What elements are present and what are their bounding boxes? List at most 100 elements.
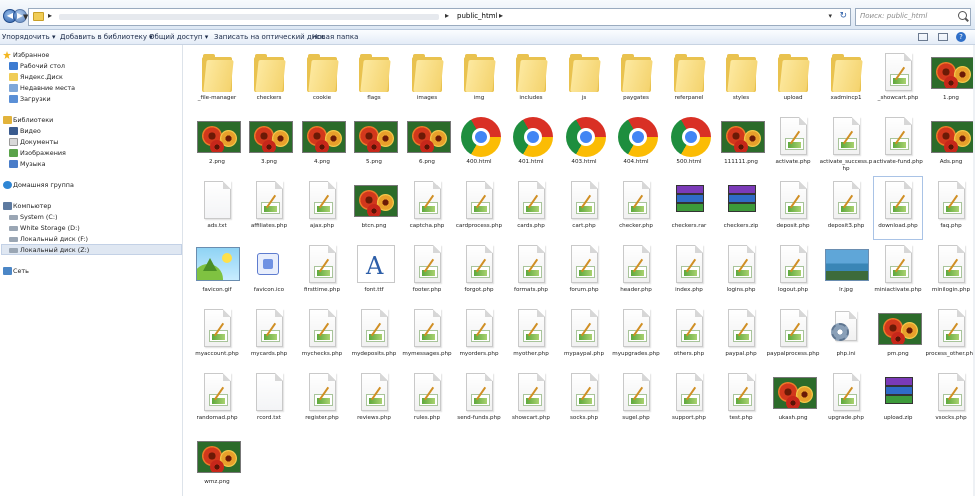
burn-button[interactable]: Записать на оптический диск — [214, 33, 324, 41]
file-item[interactable]: deposit3.php — [822, 177, 870, 239]
file-item[interactable]: paypal.php — [717, 305, 765, 367]
chevron-right-icon[interactable]: ▸ — [499, 11, 503, 20]
file-item[interactable]: cart.php — [560, 177, 608, 239]
nav-favorites[interactable]: Избранное — [13, 51, 49, 59]
chevron-down-icon[interactable]: ▾ — [828, 12, 832, 20]
search-input[interactable]: Поиск: public_html — [855, 8, 971, 26]
add-to-library-button[interactable]: Добавить в библиотеку ▾ — [60, 33, 153, 41]
file-item[interactable]: faq.php — [927, 177, 975, 239]
file-item[interactable]: mycards.php — [245, 305, 293, 367]
file-item[interactable]: 2.png — [193, 113, 241, 175]
address-input[interactable]: ▸ ▸ public_html ▸ ▾ ↻ — [28, 8, 851, 26]
file-item[interactable]: upload — [769, 49, 817, 111]
nav-downloads[interactable]: Загрузки — [20, 95, 51, 103]
file-item[interactable]: Afont.ttf — [350, 241, 398, 303]
file-item[interactable]: js — [560, 49, 608, 111]
file-item[interactable]: footer.php — [403, 241, 451, 303]
file-item[interactable]: xadmincp1 — [822, 49, 870, 111]
organize-button[interactable]: Упорядочить ▾ — [2, 33, 56, 41]
file-item[interactable]: mydeposits.php — [350, 305, 398, 367]
file-item[interactable]: 5.png — [350, 113, 398, 175]
file-item[interactable]: forgot.php — [455, 241, 503, 303]
file-item[interactable]: process_other.php — [925, 305, 975, 367]
new-folder-button[interactable]: Новая папка — [312, 33, 358, 41]
nav-drive-c[interactable]: System (C:) — [20, 213, 57, 221]
file-item[interactable]: btcn.png — [350, 177, 398, 239]
file-item[interactable]: php.ini — [822, 305, 870, 367]
file-item[interactable]: 404.html — [612, 113, 660, 175]
file-item[interactable]: _file-manager — [193, 49, 241, 111]
file-item[interactable]: support.php — [665, 369, 713, 431]
file-item[interactable]: upload.zip — [874, 369, 922, 431]
file-item[interactable]: 500.html — [665, 113, 713, 175]
file-item[interactable]: logout.php — [769, 241, 817, 303]
file-item[interactable]: 1.png — [927, 49, 975, 111]
preview-pane-icon[interactable] — [938, 33, 948, 41]
nav-network[interactable]: Сеть — [13, 267, 29, 275]
file-item[interactable]: favicon.gif — [193, 241, 241, 303]
file-item[interactable]: socks.php — [560, 369, 608, 431]
file-item[interactable]: cardprocess.php — [455, 177, 503, 239]
file-item[interactable]: test.php — [717, 369, 765, 431]
file-item[interactable]: referpanel — [665, 49, 713, 111]
file-item[interactable]: paypalprocess.php — [767, 305, 819, 367]
file-item[interactable]: minilogin.php — [927, 241, 975, 303]
chevron-right-icon[interactable]: ▸ — [48, 11, 52, 20]
file-item[interactable]: ajax.php — [298, 177, 346, 239]
nav-documents[interactable]: Документы — [20, 138, 58, 146]
file-item[interactable]: activate-fund.php — [873, 113, 923, 175]
file-item[interactable]: styles — [717, 49, 765, 111]
file-item[interactable]: upgrade.php — [822, 369, 870, 431]
file-item[interactable]: checker.php — [612, 177, 660, 239]
file-item[interactable]: Ads.png — [927, 113, 975, 175]
file-item[interactable]: others.php — [665, 305, 713, 367]
nav-yandex-disk[interactable]: Яндекс.Диск — [20, 73, 63, 81]
file-item[interactable]: ads.txt — [193, 177, 241, 239]
file-item[interactable]: send-funds.php — [455, 369, 503, 431]
file-item[interactable]: 4.png — [298, 113, 346, 175]
nav-recent[interactable]: Недавние места — [20, 84, 75, 92]
file-item[interactable]: affiliates.php — [245, 177, 293, 239]
file-item[interactable]: index.php — [665, 241, 713, 303]
nav-computer[interactable]: Компьютер — [13, 202, 51, 210]
nav-drive-d[interactable]: White Storage (D:) — [20, 224, 80, 232]
file-item[interactable]: myother.php — [507, 305, 555, 367]
file-item[interactable]: 3.png — [245, 113, 293, 175]
file-item[interactable]: myupgrades.php — [612, 305, 660, 367]
nav-homegroup[interactable]: Домашняя группа — [13, 181, 74, 189]
chevron-right-icon[interactable]: ▸ — [445, 11, 449, 20]
file-item[interactable]: formats.php — [507, 241, 555, 303]
nav-desktop[interactable]: Рабочий стол — [20, 62, 65, 70]
file-item[interactable]: rcord.txt — [245, 369, 293, 431]
file-item[interactable]: 400.html — [455, 113, 503, 175]
file-item[interactable]: download.php — [873, 176, 923, 240]
file-item[interactable]: mymessages.php — [402, 305, 452, 367]
file-item[interactable]: 403.html — [560, 113, 608, 175]
file-item[interactable]: _showcart.php — [874, 49, 922, 111]
view-options-icon[interactable] — [918, 33, 928, 41]
nav-pictures[interactable]: Изображения — [20, 149, 66, 157]
file-item[interactable]: checkers.zip — [717, 177, 765, 239]
file-item[interactable]: cookie — [298, 49, 346, 111]
file-item[interactable]: wmz.png — [193, 433, 241, 495]
file-item[interactable]: myorders.php — [455, 305, 503, 367]
file-item[interactable]: showcart.php — [507, 369, 555, 431]
nav-music[interactable]: Музыка — [20, 160, 46, 168]
file-item[interactable]: myaccount.php — [193, 305, 241, 367]
file-item[interactable]: flags — [350, 49, 398, 111]
file-item[interactable]: forum.php — [560, 241, 608, 303]
file-item[interactable]: firsttime.php — [298, 241, 346, 303]
file-item[interactable]: 111111.png — [717, 113, 765, 175]
file-item[interactable]: favicon.ico — [245, 241, 293, 303]
file-item[interactable]: 401.html — [507, 113, 555, 175]
file-item[interactable]: checkers — [245, 49, 293, 111]
breadcrumb-current[interactable]: public_html — [457, 12, 498, 20]
search-icon[interactable] — [958, 11, 967, 20]
file-item[interactable]: checkers.rar — [665, 177, 713, 239]
file-item[interactable]: sugel.php — [612, 369, 660, 431]
file-item[interactable]: randomad.php — [193, 369, 241, 431]
nav-libraries[interactable]: Библиотеки — [13, 116, 53, 124]
help-icon[interactable]: ? — [956, 32, 966, 42]
file-item[interactable]: mypaypal.php — [560, 305, 608, 367]
file-item[interactable]: cards.php — [507, 177, 555, 239]
